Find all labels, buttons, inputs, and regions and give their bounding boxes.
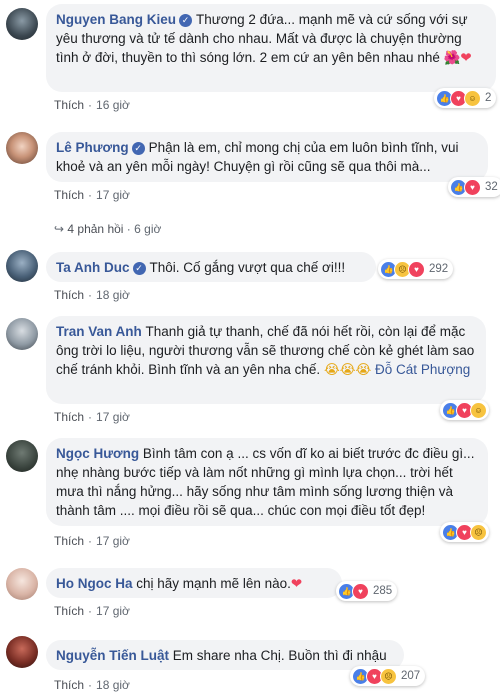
reply-arrow-icon: ↪ xyxy=(54,222,65,236)
comment-actions: Thích · 17 giờ xyxy=(54,604,130,618)
commenter-name[interactable]: Nguyễn Tiến Luật xyxy=(56,648,169,663)
comment-text: Thôi. Cố gắng vượt qua chế ơi!!! xyxy=(149,260,346,275)
love-reaction-icon: ♥ xyxy=(408,260,425,278)
commenter-name[interactable]: Lê Phương xyxy=(56,140,129,155)
comment-actions: Thích · 16 giờ xyxy=(54,98,130,112)
like-button[interactable]: Thích xyxy=(54,678,84,692)
comment-text: Em share nha Chị. Buồn thì đi nhậu xyxy=(172,648,387,663)
timestamp[interactable]: 16 giờ xyxy=(96,98,130,112)
timestamp[interactable]: 17 giờ xyxy=(96,534,130,548)
verified-badge-icon: ✓ xyxy=(179,14,193,27)
reaction-count: 32 xyxy=(485,181,498,193)
sad-reaction-icon: ☹ xyxy=(470,523,487,541)
comment-bubble: Lê Phương ✓ Phận là em, chỉ mong chị của e… xyxy=(46,132,488,182)
reaction-count: 207 xyxy=(401,670,421,682)
tagged-user[interactable]: Đỗ Cát Phượng xyxy=(375,362,470,377)
verified-badge-icon: ✓ xyxy=(132,262,146,275)
timestamp[interactable]: 18 giờ xyxy=(96,678,130,692)
verified-badge-icon: ✓ xyxy=(131,142,145,155)
haha-reaction-icon: ☺ xyxy=(470,401,487,419)
haha-reaction-icon: ☺ xyxy=(464,89,481,107)
like-button[interactable]: Thích xyxy=(54,288,84,302)
replies-count[interactable]: 4 phản hồi xyxy=(67,222,123,236)
comment-actions: Thích · 18 giờ xyxy=(54,678,130,692)
avatar[interactable] xyxy=(6,250,38,282)
commenter-name[interactable]: Nguyen Bang Kieu xyxy=(56,12,176,27)
timestamp[interactable]: 17 giờ xyxy=(96,604,130,618)
commenter-name[interactable]: Ta Anh Duc xyxy=(56,260,130,275)
avatar[interactable] xyxy=(6,132,38,164)
comment-text: chị hãy mạnh mẽ lên nào. xyxy=(136,576,291,591)
reaction-count: 292 xyxy=(429,263,449,275)
reaction-summary[interactable]: 👍 ☹ ♥ 292 xyxy=(378,259,454,279)
timestamp[interactable]: 18 giờ xyxy=(96,288,130,302)
commenter-name[interactable]: Ho Ngoc Ha xyxy=(56,576,133,591)
timestamp[interactable]: 17 giờ xyxy=(96,188,130,202)
avatar[interactable] xyxy=(6,8,38,40)
comment-bubble: Tran Van Anh Thanh giả tự thanh, chế đã … xyxy=(46,316,486,404)
reaction-summary[interactable]: 👍 ♥ ☺ xyxy=(440,400,489,420)
view-replies-link[interactable]: ↪ 4 phản hồi · 6 giờ xyxy=(54,222,161,236)
reaction-summary[interactable]: 👍 ♥ ☺ 2 xyxy=(434,88,497,108)
comment-bubble: Ta Anh Duc ✓ Thôi. Cố gắng vượt qua chế ơi… xyxy=(46,252,376,282)
comment-bubble: Ngọc Hương Bình tâm con ạ ... cs vốn dĩ … xyxy=(46,438,488,526)
sad-reaction-icon: ☹ xyxy=(380,667,397,685)
commenter-name[interactable]: Ngọc Hương xyxy=(56,446,139,461)
reaction-count: 2 xyxy=(485,92,492,104)
avatar[interactable] xyxy=(6,636,38,668)
like-button[interactable]: Thích xyxy=(54,534,84,548)
avatar[interactable] xyxy=(6,440,38,472)
emoji: 😭😭😭 xyxy=(323,362,372,377)
avatar[interactable] xyxy=(6,318,38,350)
reaction-summary[interactable]: 👍 ♥ 32 xyxy=(448,177,500,197)
comment-actions: Thích · 17 giờ xyxy=(54,410,130,424)
reaction-summary[interactable]: 👍 ♥ ☹ 207 xyxy=(350,666,426,686)
like-button[interactable]: Thích xyxy=(54,604,84,618)
reaction-summary[interactable]: 👍 ♥ 285 xyxy=(336,581,398,601)
comment-actions: Thích · 17 giờ xyxy=(54,188,130,202)
reaction-count: 285 xyxy=(373,585,393,597)
love-reaction-icon: ♥ xyxy=(352,582,369,600)
comment-bubble: Ho Ngoc Ha chị hãy mạnh mẽ lên nào.❤ xyxy=(46,568,342,598)
like-button[interactable]: Thích xyxy=(54,188,84,202)
emoji: ❤ xyxy=(290,576,303,591)
comment-actions: Thích · 17 giờ xyxy=(54,534,130,548)
avatar[interactable] xyxy=(6,568,38,600)
comment-actions: Thích · 18 giờ xyxy=(54,288,130,302)
timestamp[interactable]: 17 giờ xyxy=(96,410,130,424)
comment-bubble: Nguyễn Tiến Luật Em share nha Chị. Buồn … xyxy=(46,640,404,670)
love-reaction-icon: ♥ xyxy=(464,178,481,196)
like-button[interactable]: Thích xyxy=(54,410,84,424)
reaction-summary[interactable]: 👍 ♥ ☹ xyxy=(440,522,489,542)
emoji: 🌺❤ xyxy=(443,50,472,65)
comment-bubble: Nguyen Bang Kieu ✓ Thương 2 đứa... mạnh mẽ… xyxy=(46,4,496,92)
like-button[interactable]: Thích xyxy=(54,98,84,112)
commenter-name[interactable]: Tran Van Anh xyxy=(56,324,142,339)
replies-time: 6 giờ xyxy=(134,222,162,236)
